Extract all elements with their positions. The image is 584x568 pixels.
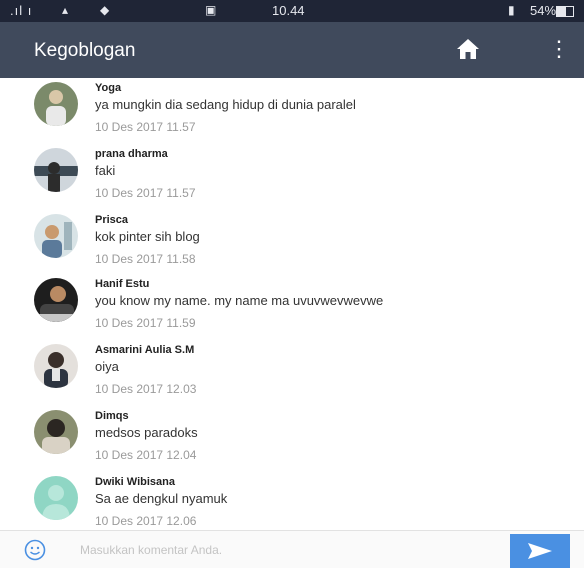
comment-text: Sa ae dengkul nyamuk — [95, 491, 228, 506]
avatar — [34, 278, 78, 322]
status-time: 10.44 — [272, 3, 305, 18]
emoji-icon[interactable] — [24, 539, 46, 561]
comment-list: Yoga ya mungkin dia sedang hidup di duni… — [0, 78, 584, 528]
avatar — [34, 148, 78, 192]
avatar-placeholder — [34, 476, 78, 520]
comment-text: kok pinter sih blog — [95, 229, 200, 244]
comment-author: Hanif Estu — [95, 278, 150, 290]
comment-item: Prisca kok pinter sih blog 10 Des 2017 1… — [0, 214, 584, 274]
notification-icon: ▣ — [205, 3, 217, 17]
comment-author: Prisca — [95, 214, 129, 226]
battery-saver-icon: ▮ — [508, 3, 515, 17]
comment-text: you know my name. my name ma uvuvwevwevw… — [95, 293, 384, 308]
comment-date: 10 Des 2017 11.57 — [95, 120, 196, 134]
battery-percent: 54% — [530, 3, 557, 18]
comment-item: prana dharma faki 10 Des 2017 11.57 — [0, 148, 584, 208]
avatar — [34, 410, 78, 454]
avatar — [34, 344, 78, 388]
comment-text: medsos paradoks — [95, 425, 198, 440]
app-bar: Kegoblogan ⋮ — [0, 22, 584, 78]
home-icon[interactable] — [455, 37, 481, 61]
comment-item: Asmarini Aulia S.M oiya 10 Des 2017 12.0… — [0, 344, 584, 404]
signal-indicator: .ıl ı — [10, 3, 33, 18]
comment-date: 10 Des 2017 12.03 — [95, 382, 197, 396]
comment-item: Dwiki Wibisana Sa ae dengkul nyamuk 10 D… — [0, 476, 584, 528]
app-title: Kegoblogan — [34, 40, 136, 61]
comment-author: Dimqs — [95, 410, 129, 422]
comment-input[interactable] — [80, 541, 480, 559]
comment-text: ya mungkin dia sedang hidup di dunia par… — [95, 97, 356, 112]
comment-item: Yoga ya mungkin dia sedang hidup di duni… — [0, 82, 584, 142]
comment-input-bar — [0, 530, 584, 568]
comment-author: Asmarini Aulia S.M — [95, 344, 195, 356]
comment-text: faki — [95, 163, 116, 178]
send-icon — [528, 543, 552, 559]
comment-date: 10 Des 2017 11.57 — [95, 186, 196, 200]
comment-item: Hanif Estu you know my name. my name ma … — [0, 278, 584, 338]
notification-icon: ◆ — [100, 3, 110, 17]
comment-date: 10 Des 2017 11.59 — [95, 316, 196, 330]
comment-text: oiya — [95, 359, 119, 374]
avatar — [34, 82, 78, 126]
send-button[interactable] — [510, 534, 570, 568]
battery-icon — [556, 6, 574, 17]
comment-item: Dimqs medsos paradoks 10 Des 2017 12.04 — [0, 410, 584, 470]
comment-date: 10 Des 2017 12.04 — [95, 448, 197, 462]
comment-date: 10 Des 2017 12.06 — [95, 514, 197, 528]
avatar — [34, 214, 78, 258]
status-bar: .ıl ı ▴ ◆ ▣ 10.44 ▮ 54% — [0, 0, 584, 22]
signal-icon: ▴ — [62, 3, 69, 17]
comment-author: Yoga — [95, 82, 122, 94]
more-vert-icon[interactable]: ⋮ — [548, 34, 570, 64]
comment-author: Dwiki Wibisana — [95, 476, 175, 488]
comment-date: 10 Des 2017 11.58 — [95, 252, 196, 266]
comment-author: prana dharma — [95, 148, 168, 160]
